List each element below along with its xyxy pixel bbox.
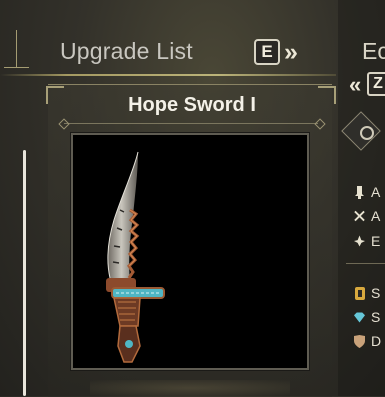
skill-gem-icon	[354, 311, 365, 324]
equipment-panel-title: Ec	[362, 38, 385, 64]
attack-icon	[354, 185, 365, 199]
stat-row-skill: S	[354, 308, 385, 326]
stat-label: S	[371, 285, 381, 301]
stat-label: D	[371, 333, 382, 349]
stat-label: S	[371, 309, 381, 325]
stat-divider	[346, 263, 385, 264]
chevron-left-icon[interactable]: «	[349, 72, 361, 98]
stat-label: A	[371, 184, 381, 200]
element-icon	[354, 235, 365, 248]
weapon-name: Hope Sword I	[128, 94, 256, 116]
ring-icon	[360, 126, 374, 140]
chevron-right-icon[interactable]: »	[284, 38, 298, 67]
header-divider	[0, 74, 336, 76]
stat-row-affinity: A	[354, 207, 385, 225]
hope-sword-icon	[106, 151, 165, 363]
slots-icon	[354, 286, 365, 300]
defense-shield-icon	[354, 334, 365, 348]
affinity-icon	[354, 210, 365, 223]
key-hint-z-button[interactable]: Z	[367, 72, 385, 96]
name-divider	[64, 123, 318, 124]
bottom-glow	[90, 380, 290, 396]
stat-row-element: E	[354, 232, 385, 250]
stat-row-defense: D	[354, 332, 385, 350]
header-ornament-cross	[4, 67, 29, 68]
stat-row-slots: S	[354, 284, 385, 302]
header-ornament	[16, 30, 17, 68]
stat-row-attack: A	[354, 183, 385, 201]
list-scrollbar[interactable]	[23, 150, 26, 396]
upgrade-list-title: Upgrade List	[60, 38, 193, 64]
key-hint-e-button[interactable]: E	[254, 39, 280, 65]
stat-label: A	[371, 208, 381, 224]
stat-label: E	[371, 233, 381, 249]
